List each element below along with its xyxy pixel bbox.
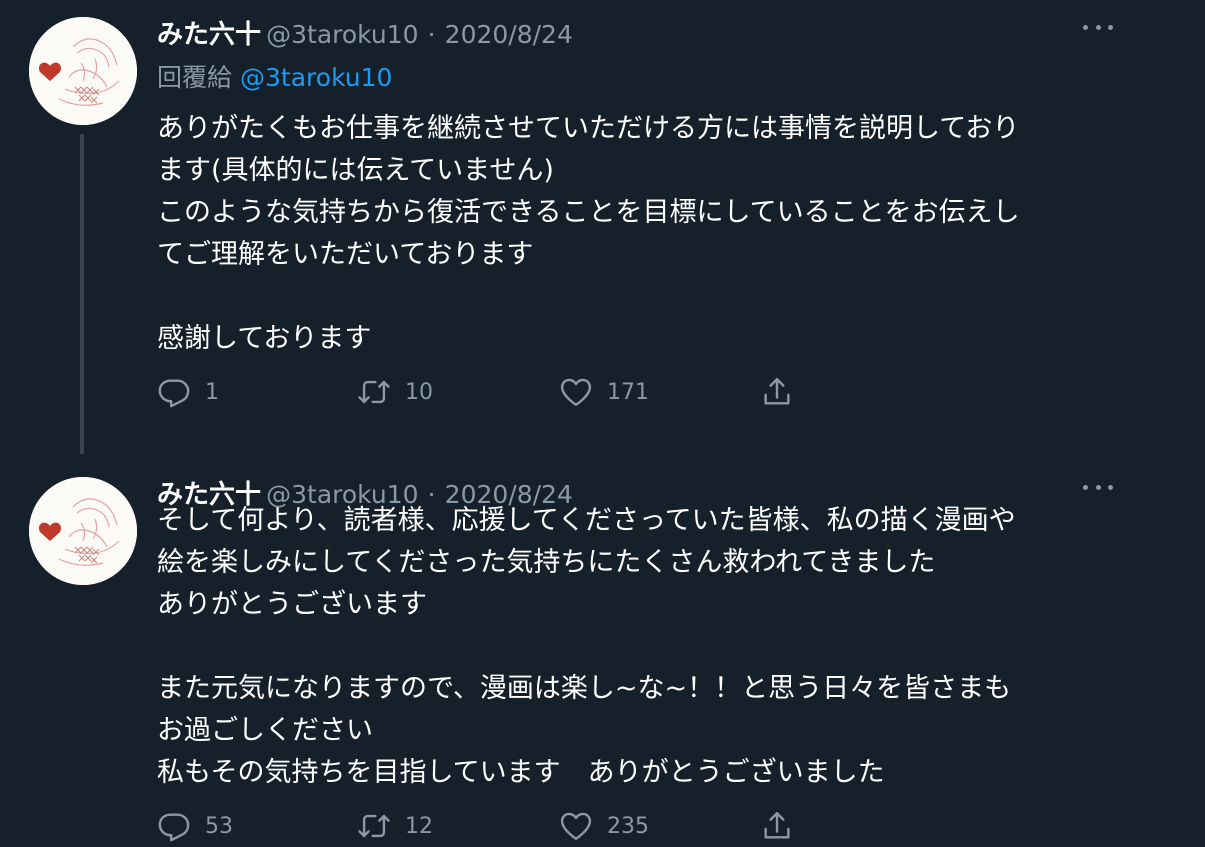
retweet-button[interactable]: 10 <box>357 372 433 412</box>
avatar[interactable] <box>29 477 137 585</box>
retweet-button[interactable]: 12 <box>357 806 433 846</box>
like-button[interactable]: 171 <box>559 372 649 412</box>
reply-count: 1 <box>205 379 219 405</box>
share-button[interactable] <box>760 806 794 846</box>
reply-count: 53 <box>205 813 233 839</box>
author-name[interactable]: みた六十 <box>157 20 261 50</box>
action-bar: 1 10 171 <box>157 372 817 412</box>
tweet[interactable]: みた六十 @3taroku10 · 2020/8/24 そして何より、読者様、応… <box>0 460 1205 847</box>
retweet-count: 12 <box>405 813 433 839</box>
retweet-icon <box>358 380 390 404</box>
reply-to-handle[interactable]: @3taroku10 <box>240 63 392 92</box>
reply-button[interactable]: 1 <box>157 372 219 412</box>
tweet-text: そして何より、読者様、応援してくださっていた皆様、私の描く漫画や 絵を楽しみにし… <box>157 500 1016 794</box>
tweet-header: みた六十 @3taroku10 · 2020/8/24 <box>157 14 573 50</box>
text-line: ます(具体的には伝えていません) <box>157 155 554 186</box>
text-line: そして何より、読者様、応援してくださっていた皆様、私の描く漫画や <box>157 505 1016 536</box>
separator-dot: · <box>427 20 436 49</box>
text-line: 私もその気持ちを目指しています ありがとうございました <box>157 757 885 788</box>
more-icon[interactable] <box>1083 20 1113 34</box>
heart-icon <box>560 812 592 840</box>
reply-icon <box>158 813 190 842</box>
share-icon <box>764 812 790 839</box>
heart-icon <box>560 378 592 406</box>
reply-to-label: 回覆給 <box>157 63 233 92</box>
reply-button[interactable]: 53 <box>157 806 233 846</box>
retweet-count: 10 <box>405 379 433 405</box>
text-line: てご理解をいただいております <box>157 239 534 270</box>
text-line: ありがとうございます <box>157 589 427 620</box>
like-count: 235 <box>607 813 649 839</box>
like-button[interactable]: 235 <box>559 806 649 846</box>
text-line: このような気持ちから復活できることを目標にしていることをお伝えし <box>157 197 1020 228</box>
tweet[interactable]: みた六十 @3taroku10 · 2020/8/24 回覆給 @3taroku1… <box>0 0 1205 460</box>
avatar[interactable] <box>29 17 137 125</box>
tweet-text: ありがたくもお仕事を継続させていただける方には事情を説明しており ます(具体的に… <box>157 108 1020 360</box>
like-count: 171 <box>607 379 649 405</box>
text-line: 感謝しております <box>157 323 372 354</box>
text-line: お過ごしください <box>157 715 373 746</box>
avatar-illustration <box>29 17 137 125</box>
retweet-icon <box>358 814 390 838</box>
text-line: また元気になりますので、漫画は楽し~な~！！と思う日々を皆さまも <box>157 673 1012 704</box>
tweet-date[interactable]: 2020/8/24 <box>445 20 573 49</box>
share-button[interactable] <box>760 372 794 412</box>
reply-icon <box>158 379 190 408</box>
avatar-illustration <box>29 477 137 585</box>
share-icon <box>764 378 790 405</box>
text-line: 絵を楽しみにしてくださった気持ちにたくさん救われてきました <box>157 547 936 578</box>
more-icon[interactable] <box>1083 480 1113 494</box>
thread-line <box>80 134 84 454</box>
reply-to: 回覆給 @3taroku10 <box>157 58 392 94</box>
author-handle[interactable]: @3taroku10 <box>266 20 418 49</box>
action-bar: 53 12 235 <box>157 806 817 846</box>
text-line: ありがたくもお仕事を継続させていただける方には事情を説明しており <box>157 113 1020 144</box>
